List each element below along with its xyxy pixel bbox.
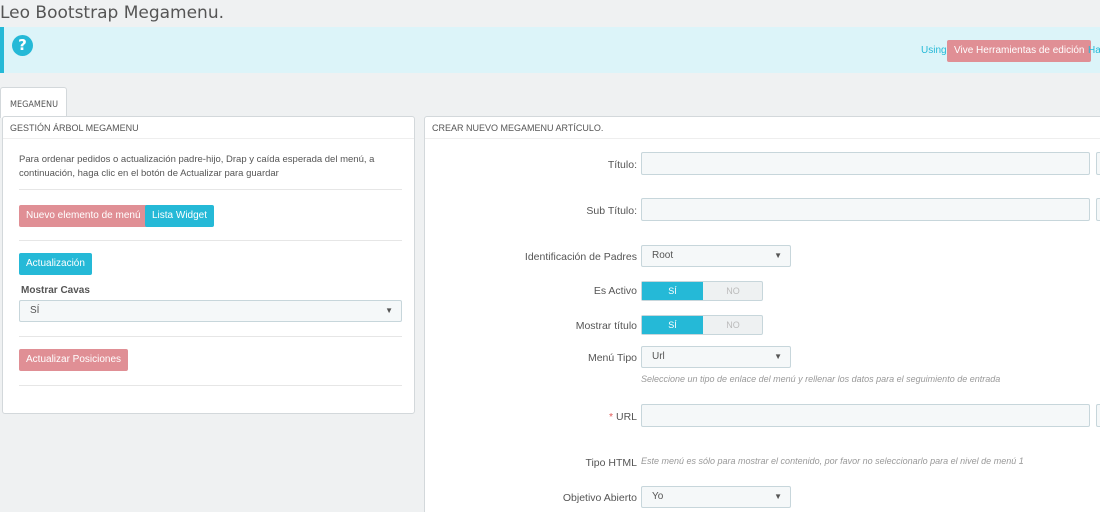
title-label: Título: xyxy=(607,159,637,171)
chevron-down-icon: ▼ xyxy=(774,492,782,501)
title-lang-button[interactable] xyxy=(1096,152,1100,175)
toggle-yes[interactable]: SÍ xyxy=(642,316,703,334)
menu-type-label: Menú Tipo xyxy=(587,352,637,364)
show-title-toggle[interactable]: SÍ NO xyxy=(641,315,763,335)
divider xyxy=(19,336,402,337)
html-type-help: Este menú es sólo para mostrar el conten… xyxy=(641,456,1024,466)
show-title-label: Mostrar título xyxy=(575,320,637,332)
tree-description: Para ordenar pedidos o actualización pad… xyxy=(19,154,375,179)
subtitle-label: Sub Título: xyxy=(586,205,637,217)
help-bar: ? Using Vive Herramientas de edición Hac xyxy=(0,27,1100,73)
update-button[interactable]: Actualización xyxy=(19,253,92,275)
question-circle-icon[interactable]: ? xyxy=(12,35,33,56)
trailing-link[interactable]: Hac xyxy=(1088,45,1100,56)
page-title: Leo Bootstrap Megamenu. xyxy=(0,3,224,23)
html-type-label: Tipo HTML xyxy=(585,457,637,469)
subtitle-lang-button[interactable] xyxy=(1096,198,1100,221)
url-input[interactable] xyxy=(641,404,1090,427)
update-positions-button[interactable]: Actualizar Posiciones xyxy=(19,349,129,371)
required-marker: * xyxy=(608,411,614,423)
panel-heading: CREAR NUEVO MEGAMENU ARTÍCULO. xyxy=(425,117,1100,139)
chevron-down-icon: ▼ xyxy=(385,306,393,315)
chevron-down-icon: ▼ xyxy=(774,352,782,361)
tab-megamenu[interactable]: MEGAMENU xyxy=(0,87,67,118)
divider xyxy=(19,189,402,190)
show-canvas-select[interactable]: SÍ ▼ xyxy=(19,300,402,322)
url-lang-button[interactable] xyxy=(1096,404,1100,427)
new-menu-item-button[interactable]: Nuevo elemento de menú xyxy=(19,205,148,227)
target-select[interactable]: Yo ▼ xyxy=(641,486,791,508)
parent-label: Identificación de Padres xyxy=(524,251,637,263)
chevron-down-icon: ▼ xyxy=(774,251,782,260)
menu-type-help: Seleccione un tipo de enlace del menú y … xyxy=(641,374,1001,384)
widget-list-button[interactable]: Lista Widget xyxy=(145,205,215,227)
target-label: Objetivo Abierto xyxy=(562,492,637,504)
live-edit-button[interactable]: Vive Herramientas de edición xyxy=(947,40,1092,62)
using-text: Using xyxy=(921,45,947,56)
create-item-panel: CREAR NUEVO MEGAMENU ARTÍCULO. Título: S… xyxy=(424,116,1100,512)
tree-management-panel: GESTIÓN ÁRBOL MEGAMENU Para ordenar pedi… xyxy=(2,116,415,414)
divider xyxy=(19,385,402,386)
subtitle-input[interactable] xyxy=(641,198,1090,221)
url-label: * URL xyxy=(608,411,637,423)
panel-heading: GESTIÓN ÁRBOL MEGAMENU xyxy=(3,117,414,139)
toggle-no[interactable]: NO xyxy=(703,282,763,300)
title-input[interactable] xyxy=(641,152,1090,175)
active-label: Es Activo xyxy=(593,285,637,297)
menu-type-select[interactable]: Url ▼ xyxy=(641,346,791,368)
toggle-yes[interactable]: SÍ xyxy=(642,282,703,300)
parent-select[interactable]: Root ▼ xyxy=(641,245,791,267)
divider xyxy=(19,240,402,241)
show-canvas-label: Mostrar Cavas xyxy=(21,285,90,296)
toggle-no[interactable]: NO xyxy=(703,316,763,334)
active-toggle[interactable]: SÍ NO xyxy=(641,281,763,301)
